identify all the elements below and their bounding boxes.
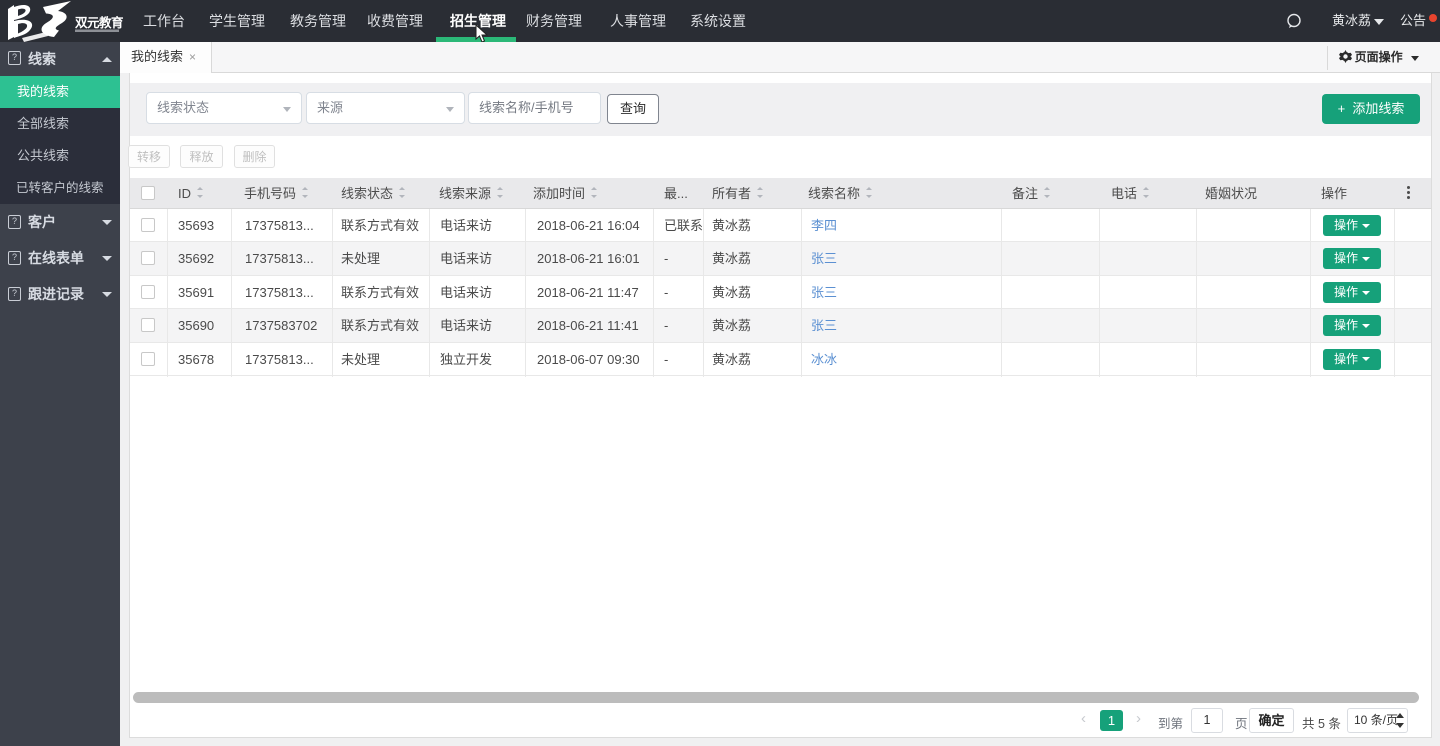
svg-text:双元教育: 双元教育 xyxy=(74,15,124,30)
